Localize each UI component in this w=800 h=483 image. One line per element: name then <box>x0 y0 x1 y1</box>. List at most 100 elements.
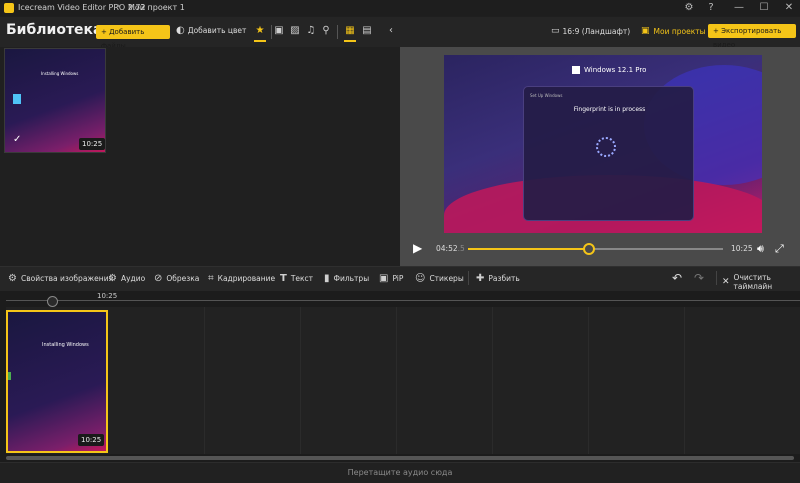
clip-duration: 10:25 <box>78 434 105 446</box>
app-logo-icon <box>4 3 14 13</box>
clear-timeline-button[interactable]: ✕ Очистить таймлайн <box>722 273 800 291</box>
toolbar-divider <box>271 25 272 39</box>
timeline-clip[interactable]: Installing Windows 10:25 <box>6 310 108 453</box>
os-title: Windows 12.1 Pro <box>584 66 647 74</box>
fullscreen-icon[interactable]: ⤢ <box>775 242 784 256</box>
grid-view-icon[interactable]: ▦ <box>344 24 356 38</box>
tool-label: Аудио <box>120 274 146 283</box>
active-filter-underline <box>254 40 266 42</box>
project-title: Мой проект 1 <box>128 3 185 12</box>
film-icon[interactable]: ▣ <box>273 24 285 38</box>
search-icon[interactable]: ⚲ <box>320 24 332 38</box>
filters-button[interactable]: ▮ Фильтры <box>324 273 369 284</box>
clip-inner-title: Installing Windows <box>42 342 89 348</box>
split-button[interactable]: ✚ Разбить <box>476 273 520 284</box>
my-projects-label: Мои проекты <box>653 26 706 36</box>
track-gridline <box>684 307 685 454</box>
text-button[interactable]: T Текст <box>280 273 313 284</box>
palette-icon: ◐ <box>176 25 185 36</box>
windows-logo-icon <box>572 66 580 74</box>
stickers-button[interactable]: ☺ Стикеры <box>415 273 464 284</box>
crop-button[interactable]: ⌗ Кадрирование <box>208 273 275 284</box>
dialog-header: Set Up Windows <box>530 93 563 98</box>
gear-icon: ⚙ <box>8 273 17 284</box>
seek-progress <box>468 248 589 250</box>
total-time: 10:25 <box>731 244 753 253</box>
timeline-scrollbar[interactable] <box>6 456 794 460</box>
tool-label: Фильтры <box>333 274 370 283</box>
tool-label: PiP <box>392 274 404 283</box>
timeline-ruler <box>6 300 800 301</box>
seek-handle[interactable] <box>583 243 595 255</box>
filter-icon: ▮ <box>324 273 330 284</box>
my-projects-button[interactable]: ▣ Мои проекты <box>641 26 706 36</box>
track-gridline <box>204 307 205 454</box>
sticker-icon: ☺ <box>415 273 426 284</box>
redo-icon[interactable]: ↷ <box>694 271 704 285</box>
chevron-left-icon[interactable]: ‹ <box>385 24 397 38</box>
pip-button[interactable]: ▣ PiP <box>379 273 403 284</box>
check-icon: ✓ <box>13 134 22 145</box>
pip-icon: ▣ <box>379 273 389 284</box>
trim-button[interactable]: ⊘ Обрезка <box>154 273 199 284</box>
tool-label: Обрезка <box>166 274 200 283</box>
library-item[interactable]: Installing Windows ✓ 10:25 <box>4 48 106 153</box>
track-gridline <box>492 307 493 454</box>
split-icon: ✚ <box>476 273 485 284</box>
projects-icon: ▣ <box>641 26 650 36</box>
add-color-label: Добавить цвет <box>187 26 247 35</box>
image-icon[interactable]: ▨ <box>289 24 301 38</box>
clear-timeline-label: Очистить таймлайн <box>733 273 773 291</box>
dialog-text: Fingerprint is in process <box>573 106 646 113</box>
audio-drop-zone[interactable]: Перетащите аудио сюда <box>0 462 800 483</box>
settings-icon[interactable]: ⚙ <box>678 0 700 16</box>
toolbar-divider <box>716 271 717 285</box>
tool-label: Кадрирование <box>217 274 276 283</box>
track-gridline <box>396 307 397 454</box>
app-title: Icecream Video Editor PRO 2.72 <box>18 3 146 12</box>
maximize-button[interactable]: ☐ <box>753 0 775 16</box>
current-time-fraction: .5 <box>457 244 465 253</box>
track-gridline <box>300 307 301 454</box>
toolbar-divider <box>468 271 469 285</box>
title-separator: • <box>116 2 121 11</box>
add-color-button[interactable]: ◐ Добавить цвет <box>176 25 246 36</box>
crop-icon: ⌗ <box>208 273 214 284</box>
aspect-ratio-selector[interactable]: ▭ 16:9 (Ландшафт) <box>551 26 630 36</box>
track-gridline <box>588 307 589 454</box>
close-icon: ✕ <box>722 277 730 287</box>
tool-label: Разбить <box>488 274 520 283</box>
playhead-handle[interactable] <box>47 296 58 307</box>
tool-label: Текст <box>290 274 314 283</box>
play-button[interactable]: ▶ <box>413 241 422 255</box>
thumb-inner-title: Installing Windows <box>41 71 79 76</box>
music-icon[interactable]: ♫ <box>305 24 317 38</box>
video-track[interactable] <box>6 307 800 454</box>
export-video-button[interactable]: + Экспортировать видео <box>708 24 796 49</box>
add-files-button[interactable]: + Добавить файлы <box>96 25 170 50</box>
list-view-icon[interactable]: ▤ <box>361 24 373 38</box>
library-title: Библиотека <box>6 22 103 38</box>
current-time-main: 04:52 <box>436 244 458 253</box>
setup-dialog: Set Up Windows Fingerprint is in process <box>523 86 694 221</box>
clip-marker <box>8 372 11 380</box>
close-button[interactable]: ✕ <box>778 0 800 16</box>
fingerprint-icon <box>596 137 616 157</box>
tool-label: Стикеры <box>429 274 464 283</box>
toolbar-divider <box>337 25 338 39</box>
tool-label: Свойства изображения <box>20 274 114 283</box>
star-icon[interactable]: ★ <box>254 24 266 38</box>
file-icon <box>13 94 21 104</box>
minimize-button[interactable]: — <box>728 0 750 16</box>
help-icon[interactable]: ? <box>700 0 722 16</box>
video-preview[interactable]: Windows 12.1 Pro Set Up Windows Fingerpr… <box>444 55 762 233</box>
aspect-label: 16:9 (Ландшафт) <box>562 26 631 36</box>
undo-icon[interactable]: ↶ <box>672 271 682 285</box>
image-properties-button[interactable]: ⚙ Свойства изображения <box>8 273 113 284</box>
audio-icon: ⚙ <box>108 273 117 284</box>
text-icon: T <box>280 273 287 284</box>
current-time: 04:52.5 <box>436 244 465 253</box>
volume-icon[interactable]: 🔊︎ <box>757 242 764 256</box>
audio-button[interactable]: ⚙ Аудио <box>108 273 145 284</box>
trim-icon: ⊘ <box>154 273 163 284</box>
